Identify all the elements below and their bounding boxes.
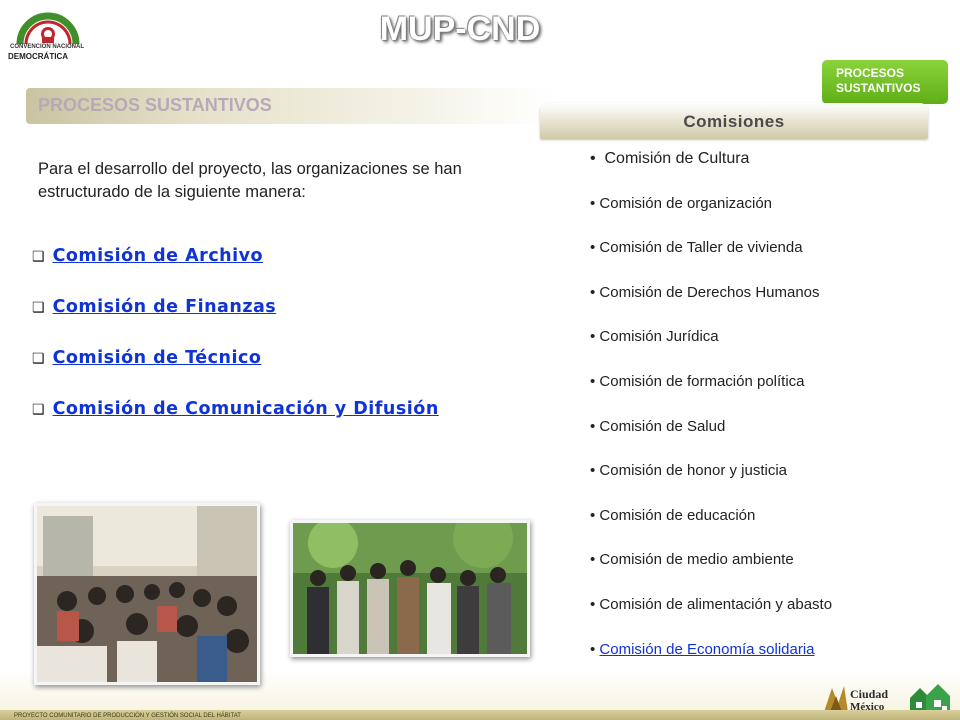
- comision-item: Comisión de formación política: [599, 372, 805, 390]
- comision-item: Comisión Jurídica: [599, 328, 719, 346]
- badge-line1: PROCESOS: [836, 66, 905, 80]
- comisiones-list: • Comisión de Cultura • Comisión de orga…: [590, 150, 950, 685]
- list-item: ❑ Comisión de Archivo: [32, 246, 439, 297]
- group-photo: [290, 520, 530, 657]
- link-economia-solidaria[interactable]: Comisión de Economía solidaria: [599, 641, 814, 658]
- app-title: MUP-CND: [379, 10, 541, 48]
- list-item: • Comisión de Salud: [590, 417, 726, 435]
- tab-comisiones[interactable]: Comisiones: [540, 103, 928, 139]
- list-item: • Comisión de organización: [590, 194, 773, 212]
- link-comision-finanzas[interactable]: Comisión de Finanzas: [53, 297, 277, 317]
- link-comision-archivo[interactable]: Comisión de Archivo: [53, 246, 264, 266]
- list-item: • Comisión de Derechos Humanos: [590, 283, 820, 301]
- intro-text: Para el desarrollo del proyecto, las org…: [38, 160, 462, 201]
- link-comision-comunicacion[interactable]: Comisión de Comunicación y Difusión: [53, 399, 439, 419]
- link-comision-tecnico[interactable]: Comisión de Técnico: [53, 348, 262, 368]
- section-title: PROCESOS SUSTANTIVOS: [38, 95, 272, 115]
- list-item: • Comisión de educación: [590, 506, 756, 524]
- list-item: • Comisión Jurídica: [590, 328, 719, 346]
- list-item: • Comisión de alimentación y abasto: [590, 595, 833, 613]
- checkbox-bullet-icon: ❑: [32, 350, 45, 366]
- procesos-sustantivos-badge[interactable]: PROCESOS SUSTANTIVOS: [822, 60, 948, 104]
- section-header: PROCESOS SUSTANTIVOS: [26, 88, 556, 124]
- comision-item: Comisión de alimentación y abasto: [599, 595, 833, 613]
- list-item: ❑ Comisión de Finanzas: [32, 297, 439, 348]
- list-item: • Comisión de formación política: [590, 372, 805, 390]
- comision-item: Comisión de organización: [599, 194, 773, 212]
- list-item: • Comisión de Economía solidaria: [590, 640, 815, 658]
- comision-item: Comisión de Cultura: [604, 150, 750, 167]
- list-item: ❑ Comisión de Técnico: [32, 348, 439, 399]
- checkbox-bullet-icon: ❑: [32, 248, 45, 264]
- footer-text: PROYECTO COMUNITARIO DE PRODUCCIÓN Y GES…: [14, 713, 241, 719]
- logo-text-line2: DEMOCRÁTICA: [8, 52, 68, 61]
- list-item: ❑ Comisión de Comunicación y Difusión: [32, 399, 439, 450]
- tab-comisiones-label: Comisiones: [683, 112, 785, 131]
- badge-line2: SUSTANTIVOS: [836, 81, 921, 95]
- list-item: • Comisión de Taller de vivienda: [590, 239, 803, 257]
- comision-item: Comisión de educación: [599, 506, 756, 524]
- comision-link-list: ❑ Comisión de Archivo ❑ Comisión de Fina…: [32, 246, 439, 450]
- comision-item: Comisión de Salud: [599, 417, 726, 435]
- comision-item: Comisión de medio ambiente: [599, 551, 794, 569]
- list-item: • Comisión de honor y justicia: [590, 462, 788, 480]
- checkbox-bullet-icon: ❑: [32, 401, 45, 417]
- list-item: • Comisión de Cultura: [590, 150, 750, 167]
- comision-item: Comisión de Derechos Humanos: [599, 283, 820, 301]
- list-item: • Comisión de medio ambiente: [590, 551, 794, 569]
- checkbox-bullet-icon: ❑: [32, 299, 45, 315]
- meeting-photo: [34, 503, 260, 685]
- comision-item: Comisión de honor y justicia: [599, 462, 788, 480]
- svg-text:Ciudad: Ciudad: [850, 687, 888, 701]
- comision-item: Comisión de Taller de vivienda: [599, 239, 803, 257]
